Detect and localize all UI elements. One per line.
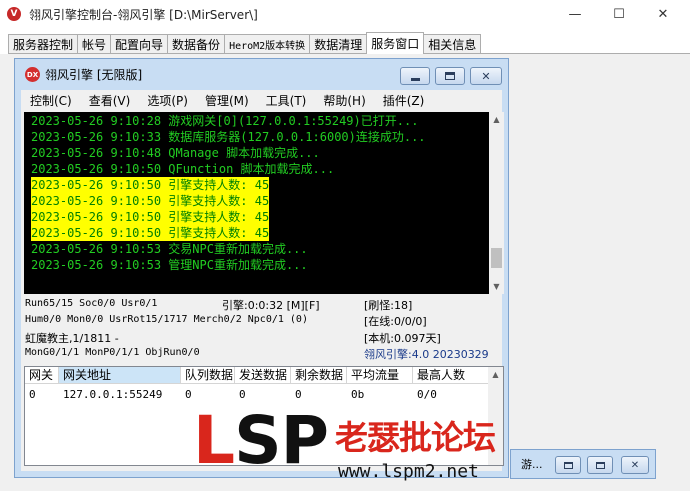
menu-help[interactable]: 帮助(H)	[323, 92, 365, 109]
tab-account[interactable]: 帐号	[77, 34, 112, 54]
scroll-down-icon[interactable]: ▼	[489, 279, 504, 294]
console-scroll-thumb[interactable]	[491, 248, 502, 268]
column-header[interactable]: 平均流量	[347, 367, 413, 384]
maximize-button[interactable]: ☐	[596, 0, 642, 28]
stat-mon: MonG0/1/1 MonP0/1/1 ObjRun0/0	[25, 347, 200, 358]
table-cell: 0/0	[417, 388, 437, 401]
engine-window-titlebar[interactable]: DX 翎风引擎 [无限版] ✕	[15, 59, 508, 90]
maximize-icon	[595, 461, 605, 469]
main-tab-strip: 服务器控制 帐号 配置向导 数据备份 HeroM2版本转换 数据清理 服务窗口 …	[8, 32, 482, 54]
console-scrollbar[interactable]: ▲ ▼	[489, 112, 504, 294]
minimize-icon	[410, 77, 420, 81]
minimized-close-button[interactable]: ✕	[621, 456, 649, 474]
column-header[interactable]: 队列数据	[181, 367, 235, 384]
tab-herom2-convert[interactable]: HeroM2版本转换	[224, 34, 311, 54]
restore-icon	[563, 461, 573, 469]
close-button[interactable]: ✕	[640, 0, 686, 28]
scroll-up-icon[interactable]: ▲	[489, 112, 504, 127]
engine-minimize-button[interactable]	[400, 67, 430, 85]
engine-window-title: 翎风引擎 [无限版]	[45, 68, 143, 82]
tab-related-info[interactable]: 相关信息	[423, 34, 482, 54]
minimized-restore-button[interactable]	[555, 456, 581, 474]
menu-tools[interactable]: 工具(T)	[266, 92, 307, 109]
stat-refresh: [刷怪:18]	[364, 299, 413, 312]
column-header[interactable]: 剩余数据	[291, 367, 347, 384]
table-cell: 127.0.0.1:55249	[63, 388, 163, 401]
minimize-icon: —	[568, 6, 582, 22]
watermark-logo: LSP	[193, 402, 329, 479]
column-header[interactable]: 网关地址	[59, 367, 181, 384]
log-line-highlighted: 2023-05-26 9:10:50 引擎支持人数: 45	[31, 177, 270, 193]
close-icon: ✕	[630, 459, 640, 471]
watermark-url: www.lspm2.net	[338, 461, 479, 482]
log-line-highlighted: 2023-05-26 9:10:50 引擎支持人数: 45	[31, 209, 270, 225]
column-header[interactable]: 发送数据	[235, 367, 291, 384]
menu-view[interactable]: 查看(V)	[89, 92, 131, 109]
close-icon: ✕	[481, 69, 491, 83]
watermark-logo-sp: SP	[234, 402, 329, 479]
log-line: 2023-05-26 9:10:53 交易NPC重新加载完成...	[31, 242, 308, 256]
menu-bar: 控制(C) 查看(V) 选项(P) 管理(M) 工具(T) 帮助(H) 插件(Z…	[21, 90, 502, 110]
menu-plugins[interactable]: 插件(Z)	[383, 92, 425, 109]
table-cell: 0	[239, 388, 246, 401]
engine-close-button[interactable]: ✕	[470, 67, 502, 85]
menu-control[interactable]: 控制(C)	[30, 92, 72, 109]
column-header[interactable]: 网关	[25, 367, 59, 384]
table-cell: 0	[29, 388, 36, 401]
engine-version: 翎风引擎:4.0 20230329	[364, 348, 489, 361]
log-line: 2023-05-26 9:10:28 游戏网关[0](127.0.0.1:552…	[31, 114, 419, 128]
table-cell: 0	[295, 388, 302, 401]
watermark-title: 老瑟批论坛	[335, 418, 496, 457]
app-titlebar: V 翎风引擎控制台-翎风引擎 [D:\MirServer\] — ☐ ✕	[0, 0, 690, 28]
log-line: 2023-05-26 9:10:33 数据库服务器(127.0.0.1:6000…	[31, 130, 426, 144]
stat-hum: Hum0/0 Mon0/0 UsrRot15/1717 Merch0/2 Npc…	[25, 314, 308, 325]
app-title: 翎风引擎控制台-翎风引擎 [D:\MirServer\]	[29, 7, 258, 22]
stat-run: Run65/15 Soc0/0 Usr0/1	[25, 298, 158, 309]
stat-online: [在线:0/0/0]	[364, 315, 427, 328]
minimize-button[interactable]: —	[552, 0, 598, 28]
minimized-window[interactable]: 游... ✕	[510, 449, 656, 479]
log-line: 2023-05-26 9:10:48 QManage 脚本加载完成...	[31, 146, 320, 160]
tab-data-cleanup[interactable]: 数据清理	[309, 34, 368, 54]
stat-local: [本机:0.097天]	[364, 332, 441, 345]
menu-options[interactable]: 选项(P)	[147, 92, 188, 109]
minimized-maximize-button[interactable]	[587, 456, 613, 474]
engine-logo-icon: DX	[25, 67, 40, 82]
tab-server-control[interactable]: 服务器控制	[8, 34, 79, 54]
log-line: 2023-05-26 9:10:50 QFunction 脚本加载完成...	[31, 162, 335, 176]
tab-config-wizard[interactable]: 配置向导	[110, 34, 169, 54]
restore-icon	[445, 72, 455, 80]
table-cell: 0	[185, 388, 192, 401]
close-icon: ✕	[657, 6, 669, 22]
log-line-highlighted: 2023-05-26 9:10:50 引擎支持人数: 45	[31, 193, 270, 209]
scroll-up-icon[interactable]: ▲	[488, 367, 503, 382]
table-cell: 0b	[351, 388, 365, 401]
menu-manage[interactable]: 管理(M)	[205, 92, 249, 109]
app-logo-icon: V	[7, 7, 21, 21]
tab-data-backup[interactable]: 数据备份	[167, 34, 226, 54]
log-line-highlighted: 2023-05-26 9:10:50 引擎支持人数: 45	[31, 225, 270, 241]
log-console[interactable]: 2023-05-26 9:10:28 游戏网关[0](127.0.0.1:552…	[24, 112, 504, 294]
stat-boss: 虹魔教主,1/1811 -	[25, 332, 119, 345]
engine-restore-button[interactable]	[435, 67, 465, 85]
tab-strip-border	[8, 53, 690, 54]
maximize-icon: ☐	[613, 6, 625, 22]
log-line: 2023-05-26 9:10:53 管理NPC重新加载完成...	[31, 258, 308, 272]
watermark: LSP 老瑟批论坛 www.lspm2.net	[193, 405, 503, 491]
minimized-window-label: 游...	[521, 458, 543, 471]
tab-service-window[interactable]: 服务窗口	[366, 32, 425, 54]
watermark-logo-l: L	[193, 402, 235, 479]
column-header[interactable]: 最高人数	[413, 367, 489, 384]
stat-engine-time: 引擎:0:0:32 [M][F]	[222, 299, 320, 312]
